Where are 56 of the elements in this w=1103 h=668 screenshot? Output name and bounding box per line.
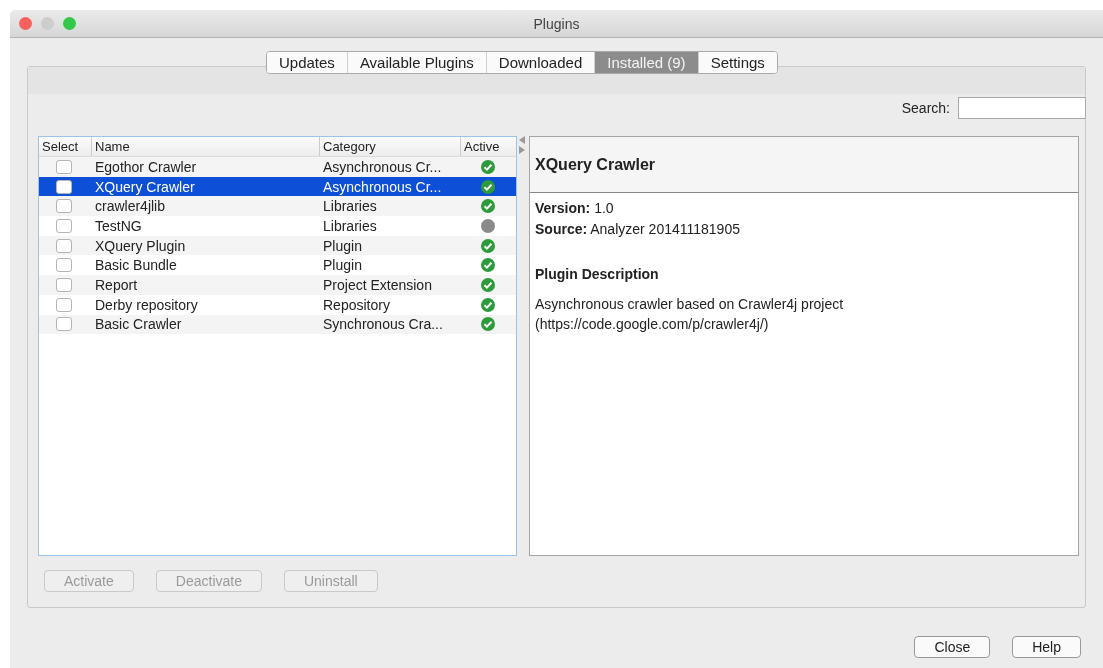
description-heading: Plugin Description xyxy=(534,265,660,282)
category-cell-text: Synchronous Cra... xyxy=(322,316,444,333)
name-cell-text: crawler4jlib xyxy=(94,198,167,215)
tab[interactable]: Settings xyxy=(697,52,777,73)
category-cell-text: Plugin xyxy=(322,257,363,274)
name-cell-text: XQuery Crawler xyxy=(94,178,196,195)
name-cell-text: XQuery Plugin xyxy=(94,237,187,254)
table-row[interactable]: Report Project Extension xyxy=(39,275,516,295)
column-header[interactable]: Category xyxy=(319,137,460,156)
select-checkbox[interactable] xyxy=(56,297,72,312)
table-row[interactable]: Derby repository Repository xyxy=(39,294,516,315)
name-cell-text: TestNG xyxy=(94,217,143,234)
plugin-description: Asynchronous crawler based on Crawler4j project (https://code.google.com/p/crawler4j/) xyxy=(534,295,845,334)
select-checkbox[interactable] xyxy=(56,159,72,174)
category-cell-text: Plugin xyxy=(322,237,363,254)
select-checkbox[interactable] xyxy=(56,277,72,292)
name-cell-text: Report xyxy=(94,276,139,293)
name-cell-text: Basic Crawler xyxy=(94,316,183,333)
plugin-title: XQuery Crawler xyxy=(535,155,656,174)
select-checkbox[interactable] xyxy=(56,179,72,194)
dialog-button[interactable]: Help xyxy=(1012,636,1081,658)
select-checkbox[interactable] xyxy=(56,199,72,214)
search-label: Search: xyxy=(901,100,950,116)
collapse-left-icon[interactable] xyxy=(519,136,525,144)
dialog-button[interactable]: Close xyxy=(914,636,991,658)
name-cell-text: Derby repository xyxy=(94,296,199,313)
column-header[interactable]: Select xyxy=(39,137,91,156)
table-row[interactable]: XQuery Crawler Asynchronous Cr... xyxy=(39,176,516,197)
window-title: Plugins xyxy=(533,15,580,32)
expand-right-icon[interactable] xyxy=(519,146,525,154)
table-row[interactable]: TestNG Libraries xyxy=(39,216,516,236)
select-checkbox[interactable] xyxy=(56,218,72,233)
plugin-info-line: Source: Analyzer 201411181905 xyxy=(534,220,741,239)
table-row[interactable]: Egothor Crawler Asynchronous Cr... xyxy=(39,157,516,177)
column-header[interactable]: Name xyxy=(91,137,319,156)
table-row[interactable]: Basic Crawler Synchronous Cra... xyxy=(39,314,516,335)
category-cell-text: Project Extension xyxy=(322,276,433,293)
name-cell-text: Basic Bundle xyxy=(94,257,178,274)
category-cell-text: Asynchronous Cr... xyxy=(322,178,443,195)
zoom-window-button[interactable] xyxy=(63,17,76,30)
select-checkbox[interactable] xyxy=(56,258,72,273)
select-checkbox[interactable] xyxy=(56,238,72,253)
column-header[interactable]: Active xyxy=(460,137,516,156)
category-cell-text: Libraries xyxy=(322,217,378,234)
category-cell-text: Repository xyxy=(322,296,391,313)
plugin-info-line: Version: 1.0 xyxy=(534,199,615,218)
close-window-button[interactable] xyxy=(19,17,32,30)
name-cell-text: Egothor Crawler xyxy=(94,158,198,175)
search-field[interactable] xyxy=(958,97,1086,119)
table-row[interactable]: XQuery Plugin Plugin xyxy=(39,235,516,256)
category-cell-text: Asynchronous Cr... xyxy=(322,158,443,175)
select-checkbox[interactable] xyxy=(56,317,72,332)
table-row[interactable]: Basic Bundle Plugin xyxy=(39,255,516,276)
table-row[interactable]: crawler4jlib Libraries xyxy=(39,196,516,217)
category-cell-text: Libraries xyxy=(322,198,378,215)
minimize-window-button[interactable] xyxy=(41,17,54,30)
